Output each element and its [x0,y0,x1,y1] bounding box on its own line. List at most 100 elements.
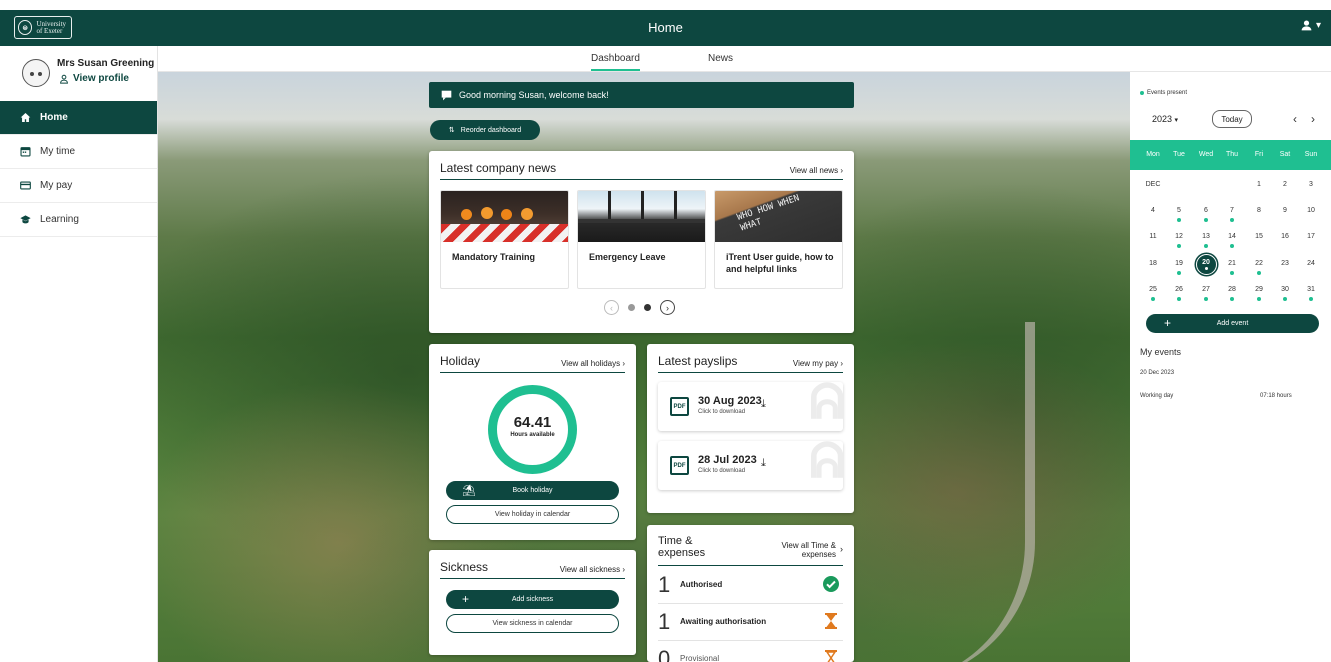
calendar-day-today[interactable]: 20 [1195,254,1217,275]
sub-navigation: Dashboard News [158,46,1331,72]
event-dot-icon [1204,267,1208,270]
chevron-right-icon[interactable]: › [1311,112,1315,126]
calendar-day[interactable]: 21 [1222,260,1242,275]
reorder-dashboard-button[interactable]: ⇅ Reorder dashboard [430,120,540,140]
today-button[interactable]: Today [1212,110,1252,128]
calendar-day[interactable]: 1 [1249,181,1269,188]
carousel-dot-2[interactable] [644,304,651,311]
calendar-day[interactable]: 29 [1249,286,1269,301]
calendar-day[interactable]: 18 [1143,260,1163,267]
sidebar-item-learning[interactable]: Learning [0,203,157,237]
carousel-dot-1[interactable] [628,304,635,311]
calendar-day[interactable]: 15 [1249,233,1269,240]
calendar-panel: Events present 2023 ▾ Today ‹ › Mon Tue We… [1130,72,1331,662]
calendar-day[interactable]: 4 [1143,207,1163,214]
calendar-day[interactable]: 13 [1196,233,1216,248]
calendar-day[interactable]: 7 [1222,207,1242,222]
calendar-day[interactable]: 27 [1196,286,1216,301]
sidebar-item-home[interactable]: Home [0,101,157,135]
event-dot-icon [1230,244,1234,248]
add-sickness-button[interactable]: + Add sickness [446,590,619,609]
event-dot-icon [1230,297,1234,301]
view-all-news-link[interactable]: View all news › [790,166,843,175]
calendar-day[interactable]: 30 [1275,286,1295,301]
event-dot-icon [1257,271,1261,275]
year-select[interactable]: 2023 ▾ [1152,114,1178,124]
avatar[interactable] [22,59,50,87]
time-expense-row-provisional[interactable]: 0 Provisional [658,641,843,662]
tab-dashboard[interactable]: Dashboard [591,53,640,71]
carousel-next-button[interactable]: › [660,300,675,315]
chevron-down-icon: ▾ [1174,117,1179,124]
weekday-label: Sun [1304,151,1318,158]
view-profile-link[interactable]: View profile [59,73,129,84]
view-my-pay-link[interactable]: View my pay › [793,359,843,368]
sidebar: Mrs Susan Greening View profile Home My … [0,46,158,662]
calendar-day[interactable]: 22 [1249,260,1269,275]
download-icon[interactable]: ⤓ [761,398,766,411]
time-expense-label: Awaiting authorisation [680,617,767,626]
book-holiday-button[interactable]: ⛱ Book holiday [446,481,619,500]
add-sickness-label: Add sickness [511,596,554,603]
calendar-day[interactable]: 25 [1143,286,1163,301]
calendar-day[interactable]: 5 [1169,207,1189,222]
payslip-item[interactable]: ᕱ PDF 28 Jul 2023 Click to download ⤓ [658,441,843,490]
calendar-day[interactable]: 17 [1301,233,1321,240]
holiday-hours-value: 64.41 [513,414,552,431]
calendar-day[interactable]: 11 [1143,233,1163,240]
tab-news[interactable]: News [708,53,733,64]
calendar-day[interactable]: 31 [1301,286,1321,301]
calendar-day[interactable]: 12 [1169,233,1189,248]
user-menu[interactable]: ▾ [1300,19,1321,32]
calendar-day[interactable]: 14 [1222,233,1242,248]
calendar-day[interactable]: 2 [1275,181,1295,188]
calendar-day[interactable]: 23 [1275,260,1295,267]
calendar-day[interactable]: 6 [1196,207,1216,222]
event-dot-icon [1309,297,1313,301]
carousel-prev-button[interactable]: ‹ [604,300,619,315]
calendar-day[interactable]: 28 [1222,286,1242,301]
event-dot-icon [1230,271,1234,275]
event-dot-icon [1204,297,1208,301]
payslip-date: 28 Jul 2023 [698,454,757,466]
payslip-item[interactable]: ᕱ PDF 30 Aug 2023 Click to download ⤓ [658,382,843,431]
sidebar-item-label: Learning [40,214,79,225]
time-expenses-card: Time & expenses View all Time & expenses… [647,525,854,662]
chevron-left-icon[interactable]: ‹ [1293,112,1297,126]
download-icon[interactable]: ⤓ [761,457,766,470]
calendar-day[interactable]: 10 [1301,207,1321,214]
calendar-day[interactable]: 26 [1169,286,1189,301]
chevron-left-icon: ‹ [610,302,613,313]
calendar-month-label: DEC [1145,181,1161,188]
news-item-mandatory-training[interactable]: Mandatory Training [440,190,569,289]
calendar-nav: ‹ › [1293,112,1315,126]
add-event-button[interactable]: + Add event [1146,314,1319,333]
time-expense-row-awaiting[interactable]: 1 Awaiting authorisation [658,604,843,641]
sidebar-item-my-time[interactable]: My time [0,135,157,169]
calendar-day[interactable]: 16 [1275,233,1295,240]
divider [658,565,843,566]
view-holiday-calendar-button[interactable]: View holiday in calendar [446,505,619,524]
sidebar-item-my-pay[interactable]: My pay [0,169,157,203]
hourglass-outline-icon [823,650,839,662]
view-all-time-expenses-link[interactable]: View all Time & expenses [781,541,836,559]
time-expenses-title-line1: Time & [658,535,693,547]
event-dot-icon [1177,271,1181,275]
chevron-right-icon: › [666,302,669,313]
reorder-icon: ⇅ [448,127,455,134]
calendar-day[interactable]: 19 [1169,260,1189,275]
holiday-card: Holiday View all holidays › 64.41 Hours … [429,344,636,540]
news-item-emergency-leave[interactable]: Emergency Leave [577,190,706,289]
time-expense-label: Authorised [680,580,723,589]
calendar-day[interactable]: 8 [1249,207,1269,214]
view-sickness-calendar-button[interactable]: View sickness in calendar [446,614,619,633]
calendar-day[interactable]: 24 [1301,260,1321,267]
news-item-itrent-guide[interactable]: WHO HOW WHEN WHAT iTrent User guide, how… [714,190,843,289]
time-expense-row-authorised[interactable]: 1 Authorised [658,567,843,604]
view-all-holidays-link[interactable]: View all holidays › [561,359,625,368]
view-all-sickness-link[interactable]: View all sickness › [560,565,625,574]
calendar-day[interactable]: 9 [1275,207,1295,214]
calendar-day[interactable]: 3 [1301,181,1321,188]
my-events-hours: 07:18 hours [1260,393,1292,399]
payslip-download-hint: Click to download [698,409,746,415]
